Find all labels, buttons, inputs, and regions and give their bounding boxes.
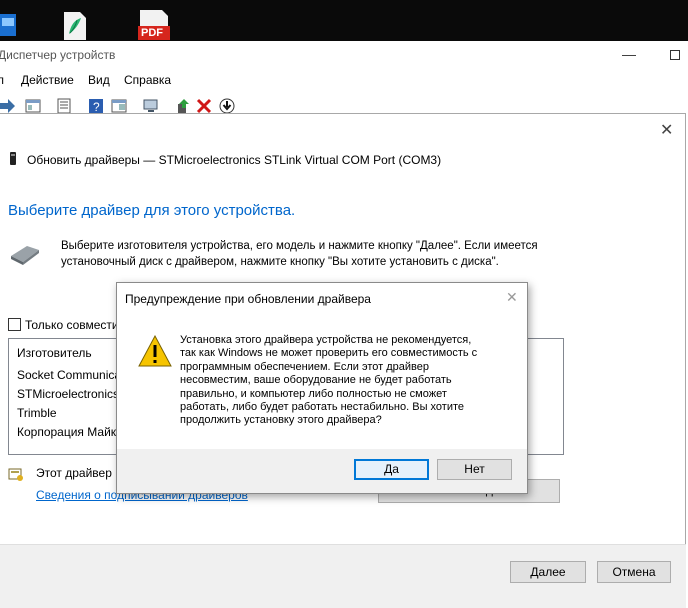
warning-close-icon[interactable]: ✕ [506,289,518,306]
cancel-button[interactable]: Отмена [597,561,671,583]
desktop-document-icon[interactable] [60,6,90,40]
desktop-strip: PDF [0,0,688,41]
wizard-title: Обновить драйверы — STMicroelectronics S… [27,153,442,167]
compatible-checkbox-label: Только совмести [25,318,119,332]
menu-action[interactable]: Действие [21,73,74,87]
menu-file-fragment[interactable]: л [0,73,4,87]
uninstall-x-icon[interactable] [196,98,212,114]
list-item[interactable]: Socket Communica [17,368,121,382]
model-list[interactable] [526,338,564,455]
maximize-icon[interactable] [670,50,680,60]
download-circle-icon[interactable] [219,98,235,114]
minimize-icon[interactable]: — [622,46,636,62]
no-button[interactable]: Нет [437,459,512,480]
desktop-pdf-icon[interactable]: PDF [136,6,172,40]
menu-view[interactable]: Вид [88,73,110,87]
pdf-label: PDF [141,27,163,39]
signed-driver-icon [8,468,23,481]
warning-footer: Да Нет [117,449,527,493]
next-button[interactable]: Далее [510,561,586,583]
signed-driver-text: Этот драйвер и [36,466,122,480]
yes-button[interactable]: Да [354,459,429,480]
help-icon[interactable]: ? [88,98,104,114]
forward-arrow-icon[interactable] [0,98,16,114]
list-item[interactable]: STMicroelectronics [17,387,119,401]
driver-disk-icon [11,246,39,265]
menu-help[interactable]: Справка [124,73,171,87]
wizard-instruction: Выберите изготовителя устройства, его мо… [61,240,538,268]
wizard-heading: Выберите драйвер для этого устройства. [8,202,296,219]
compatible-checkbox[interactable] [8,318,21,331]
usb-device-icon [10,152,16,165]
update-driver-icon[interactable] [175,98,191,114]
warning-triangle-icon [138,335,172,367]
list-view-icon[interactable] [56,98,72,114]
manufacturer-header: Изготовитель [17,346,92,360]
list-item[interactable]: Trimble [17,406,57,420]
properties-window-icon[interactable] [25,98,41,114]
device-manager-title: Диспетчер устройств [0,48,116,62]
svg-text:?: ? [93,100,100,114]
warning-title: Предупреждение при обновлении драйвера [125,292,371,306]
driver-warning-dialog: Предупреждение при обновлении драйвера ✕… [116,282,528,494]
wizard-close-icon[interactable]: ✕ [660,120,673,140]
warning-message: Установка этого драйвера устройства не р… [180,334,478,427]
list-item[interactable]: Корпорация Майк [17,425,116,439]
wizard-footer: Далее Отмена [0,544,686,608]
desktop-app-icon[interactable] [0,6,18,40]
grid-view-icon[interactable] [111,98,127,114]
scan-hardware-icon[interactable] [143,98,159,114]
